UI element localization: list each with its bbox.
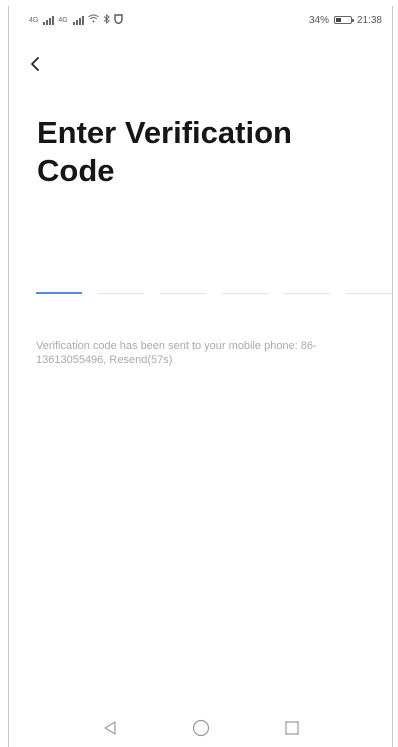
phone-screen: 4G 4G 34% 21:38 Enter Verification Code [8,6,393,747]
shield-icon [113,13,123,27]
chevron-left-icon [31,57,39,71]
circle-home-icon [192,719,209,737]
signal-1-icon [43,15,55,25]
status-right: 34% 21:38 [309,15,382,26]
sent-code-hint: Verification code has been sent to your … [36,340,317,366]
signal-2-icon [72,15,84,25]
triangle-back-icon [103,721,116,735]
code-digit-slot[interactable] [222,274,268,294]
battery-icon [333,16,354,24]
clock: 21:38 [356,14,382,26]
sim1-label: 4G [29,16,39,24]
code-digit-slot[interactable] [98,274,144,294]
square-recent-icon [284,721,299,735]
code-digit-slot[interactable] [346,274,392,294]
code-digit-slot[interactable] [160,274,206,294]
back-button[interactable] [21,50,49,78]
status-bar: 4G 4G 34% 21:38 [9,6,392,34]
status-left: 4G 4G [29,13,123,27]
bluetooth-icon [103,13,110,27]
code-digit-slot[interactable] [36,274,82,294]
code-digit-slot[interactable] [284,274,330,294]
wifi-icon [87,14,99,26]
nav-home-button[interactable] [186,713,216,743]
nav-back-button[interactable] [95,713,125,743]
battery-percent: 34% [308,14,329,26]
nav-recent-button[interactable] [277,713,307,743]
verification-code-input[interactable] [36,274,392,294]
battery-level [335,18,341,22]
system-nav-bar [9,709,392,747]
page-title: Enter Verification Code [37,115,292,188]
sim2-label: 4G [58,16,68,24]
